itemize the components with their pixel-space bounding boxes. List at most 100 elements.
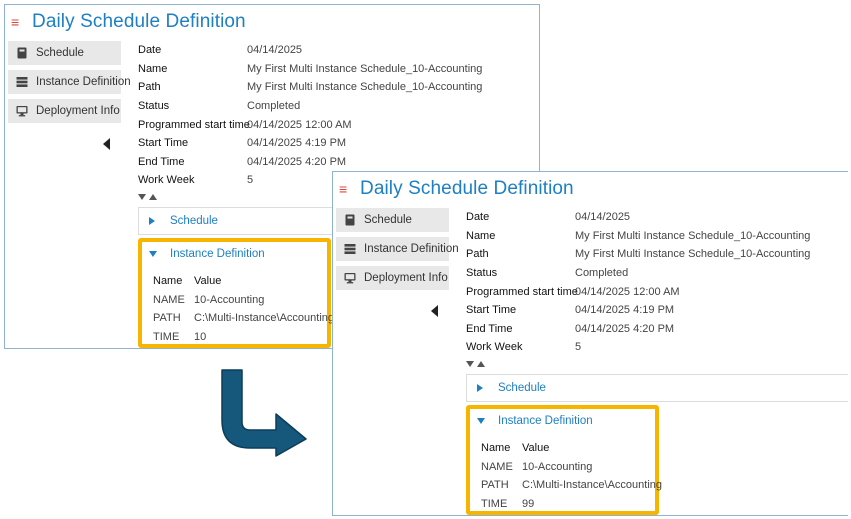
detail-row: Date 04/14/2025 [466,208,810,227]
collapse-sidebar-icon[interactable] [431,305,438,317]
panel-header: ≡ Daily Schedule Definition [11,9,246,35]
table-row: PATH C:\Multi-Instance\Accounting [153,309,334,328]
detail-value: 04/14/2025 12:00 AM [575,285,680,298]
detail-value: 04/14/2025 [247,44,303,57]
param-value: C:\Multi-Instance\Accounting [194,312,335,325]
schedule-section-header[interactable]: Schedule [477,382,546,394]
detail-label: Path [138,81,161,94]
detail-row: Status Completed [138,97,482,116]
book-icon [17,47,27,59]
sidebar: Schedule Instance Definition Deployment … [336,208,459,295]
sidebar-item-instance-definition[interactable]: Instance Definition [8,70,131,94]
sidebar-item-schedule[interactable]: Schedule [336,208,449,232]
detail-label: Path [466,248,489,261]
detail-label: Name [466,229,496,242]
transition-arrow-icon [221,369,307,457]
detail-label: End Time [138,155,185,168]
detail-row: Name My First Multi Instance Schedule_10-… [138,60,482,79]
sidebar-item-instance-definition[interactable]: Instance Definition [336,237,459,261]
detail-label: Start Time [466,304,517,317]
param-value: 10-Accounting [522,460,593,473]
server-icon [344,244,356,254]
page-title: Daily Schedule Definition [32,11,246,32]
instance-definition-section: Instance Definition Name Value NAME 10-Ac… [138,238,334,348]
detail-value: My First Multi Instance Schedule_10-Acco… [575,229,811,242]
detail-label: Date [138,44,162,57]
detail-value: 04/14/2025 4:20 PM [575,322,675,335]
table-row: NAME 10-Accounting [481,458,662,477]
instance-definition-section: Instance Definition Name Value NAME 10-Ac… [466,405,662,515]
menu-icon[interactable]: ≡ [11,15,25,29]
expand-all-icon[interactable] [466,360,474,367]
detail-value: 04/14/2025 4:20 PM [247,155,347,168]
panel-header: ≡ Daily Schedule Definition [339,176,574,202]
detail-value: My First Multi Instance Schedule_10-Acco… [247,81,483,94]
detail-row: Programmed start time 04/14/2025 12:00 AM [466,282,810,301]
collapse-all-icon[interactable] [149,193,157,200]
detail-value: My First Multi Instance Schedule_10-Acco… [575,248,811,261]
sidebar-item-label: Schedule [36,47,84,59]
column-header-value: Value [522,442,550,455]
schedule-section[interactable]: Schedule [466,374,848,402]
detail-label: Programmed start time [466,285,578,298]
detail-row: End Time 04/14/2025 4:20 PM [138,153,482,172]
param-name: PATH [481,479,509,492]
param-value: 10 [194,330,207,343]
detail-row: Start Time 04/14/2025 4:19 PM [138,134,482,153]
instance-table-body: NAME 10-Accounting PATH C:\Multi-Instance\A… [481,458,662,514]
detail-label: Work Week [138,174,195,187]
detail-row: Status Completed [466,264,810,283]
param-name: PATH [153,312,181,325]
detail-value: 04/14/2025 4:19 PM [575,304,675,317]
detail-row: Programmed start time 04/14/2025 12:00 AM [138,115,482,134]
sidebar-item-label: Instance Definition [364,243,459,255]
sidebar-item-deployment-info[interactable]: Deployment Info [8,99,121,123]
instance-table: Name Value NAME 10-Accounting PATH C:\Multi… [153,272,334,346]
table-row: PATH C:\Multi-Instance\Accounting [481,476,662,495]
param-name: TIME [481,497,508,510]
detail-row: Date 04/14/2025 [138,41,482,60]
sidebar-item-label: Instance Definition [36,76,131,88]
column-header-value: Value [194,275,222,288]
detail-label: Work Week [466,341,523,354]
section-title: Instance Definition [498,415,593,427]
sidebar-item-schedule[interactable]: Schedule [8,41,121,65]
caret-down-icon [477,418,485,424]
server-icon [16,77,28,87]
table-row: TIME 10 [153,328,334,347]
schedule-panel-after: ≡ Daily Schedule Definition Schedule Ins… [332,171,848,516]
sidebar-item-deployment-info[interactable]: Deployment Info [336,266,449,290]
column-header-name: Name [153,275,183,288]
schedule-section-header[interactable]: Schedule [149,215,218,227]
param-name: TIME [153,330,180,343]
detail-value: 04/14/2025 [575,211,631,224]
param-name: NAME [153,293,185,306]
detail-row: Name My First Multi Instance Schedule_10-… [466,227,810,246]
sidebar-item-label: Schedule [364,214,412,226]
detail-label: Status [138,100,170,113]
expand-all-icon[interactable] [138,193,146,200]
table-row: TIME 99 [481,495,662,514]
instance-definition-header[interactable]: Instance Definition [149,248,265,260]
param-value: 99 [522,497,535,510]
details-rows: Date 04/14/2025 Name My First Multi Instanc… [466,208,810,357]
menu-icon[interactable]: ≡ [339,182,353,196]
detail-value: My First Multi Instance Schedule_10-Acco… [247,62,483,75]
detail-row: Path My First Multi Instance Schedule_10-… [138,78,482,97]
table-row: NAME 10-Accounting [153,291,334,310]
detail-value: 5 [575,341,582,354]
detail-label: Name [138,62,168,75]
detail-value: 5 [247,174,254,187]
collapse-all-icon[interactable] [477,360,485,367]
instance-definition-header[interactable]: Instance Definition [477,415,593,427]
section-title: Schedule [170,215,218,227]
expand-collapse-toggle[interactable] [466,359,810,369]
param-value: C:\Multi-Instance\Accounting [522,479,663,492]
detail-row: Path My First Multi Instance Schedule_10-… [466,245,810,264]
collapse-sidebar-icon[interactable] [103,138,110,150]
caret-down-icon [149,251,157,257]
table-header-row: Name Value [481,439,662,458]
section-title: Instance Definition [170,248,265,260]
monitor-icon [344,273,356,284]
detail-label: Start Time [138,137,189,150]
